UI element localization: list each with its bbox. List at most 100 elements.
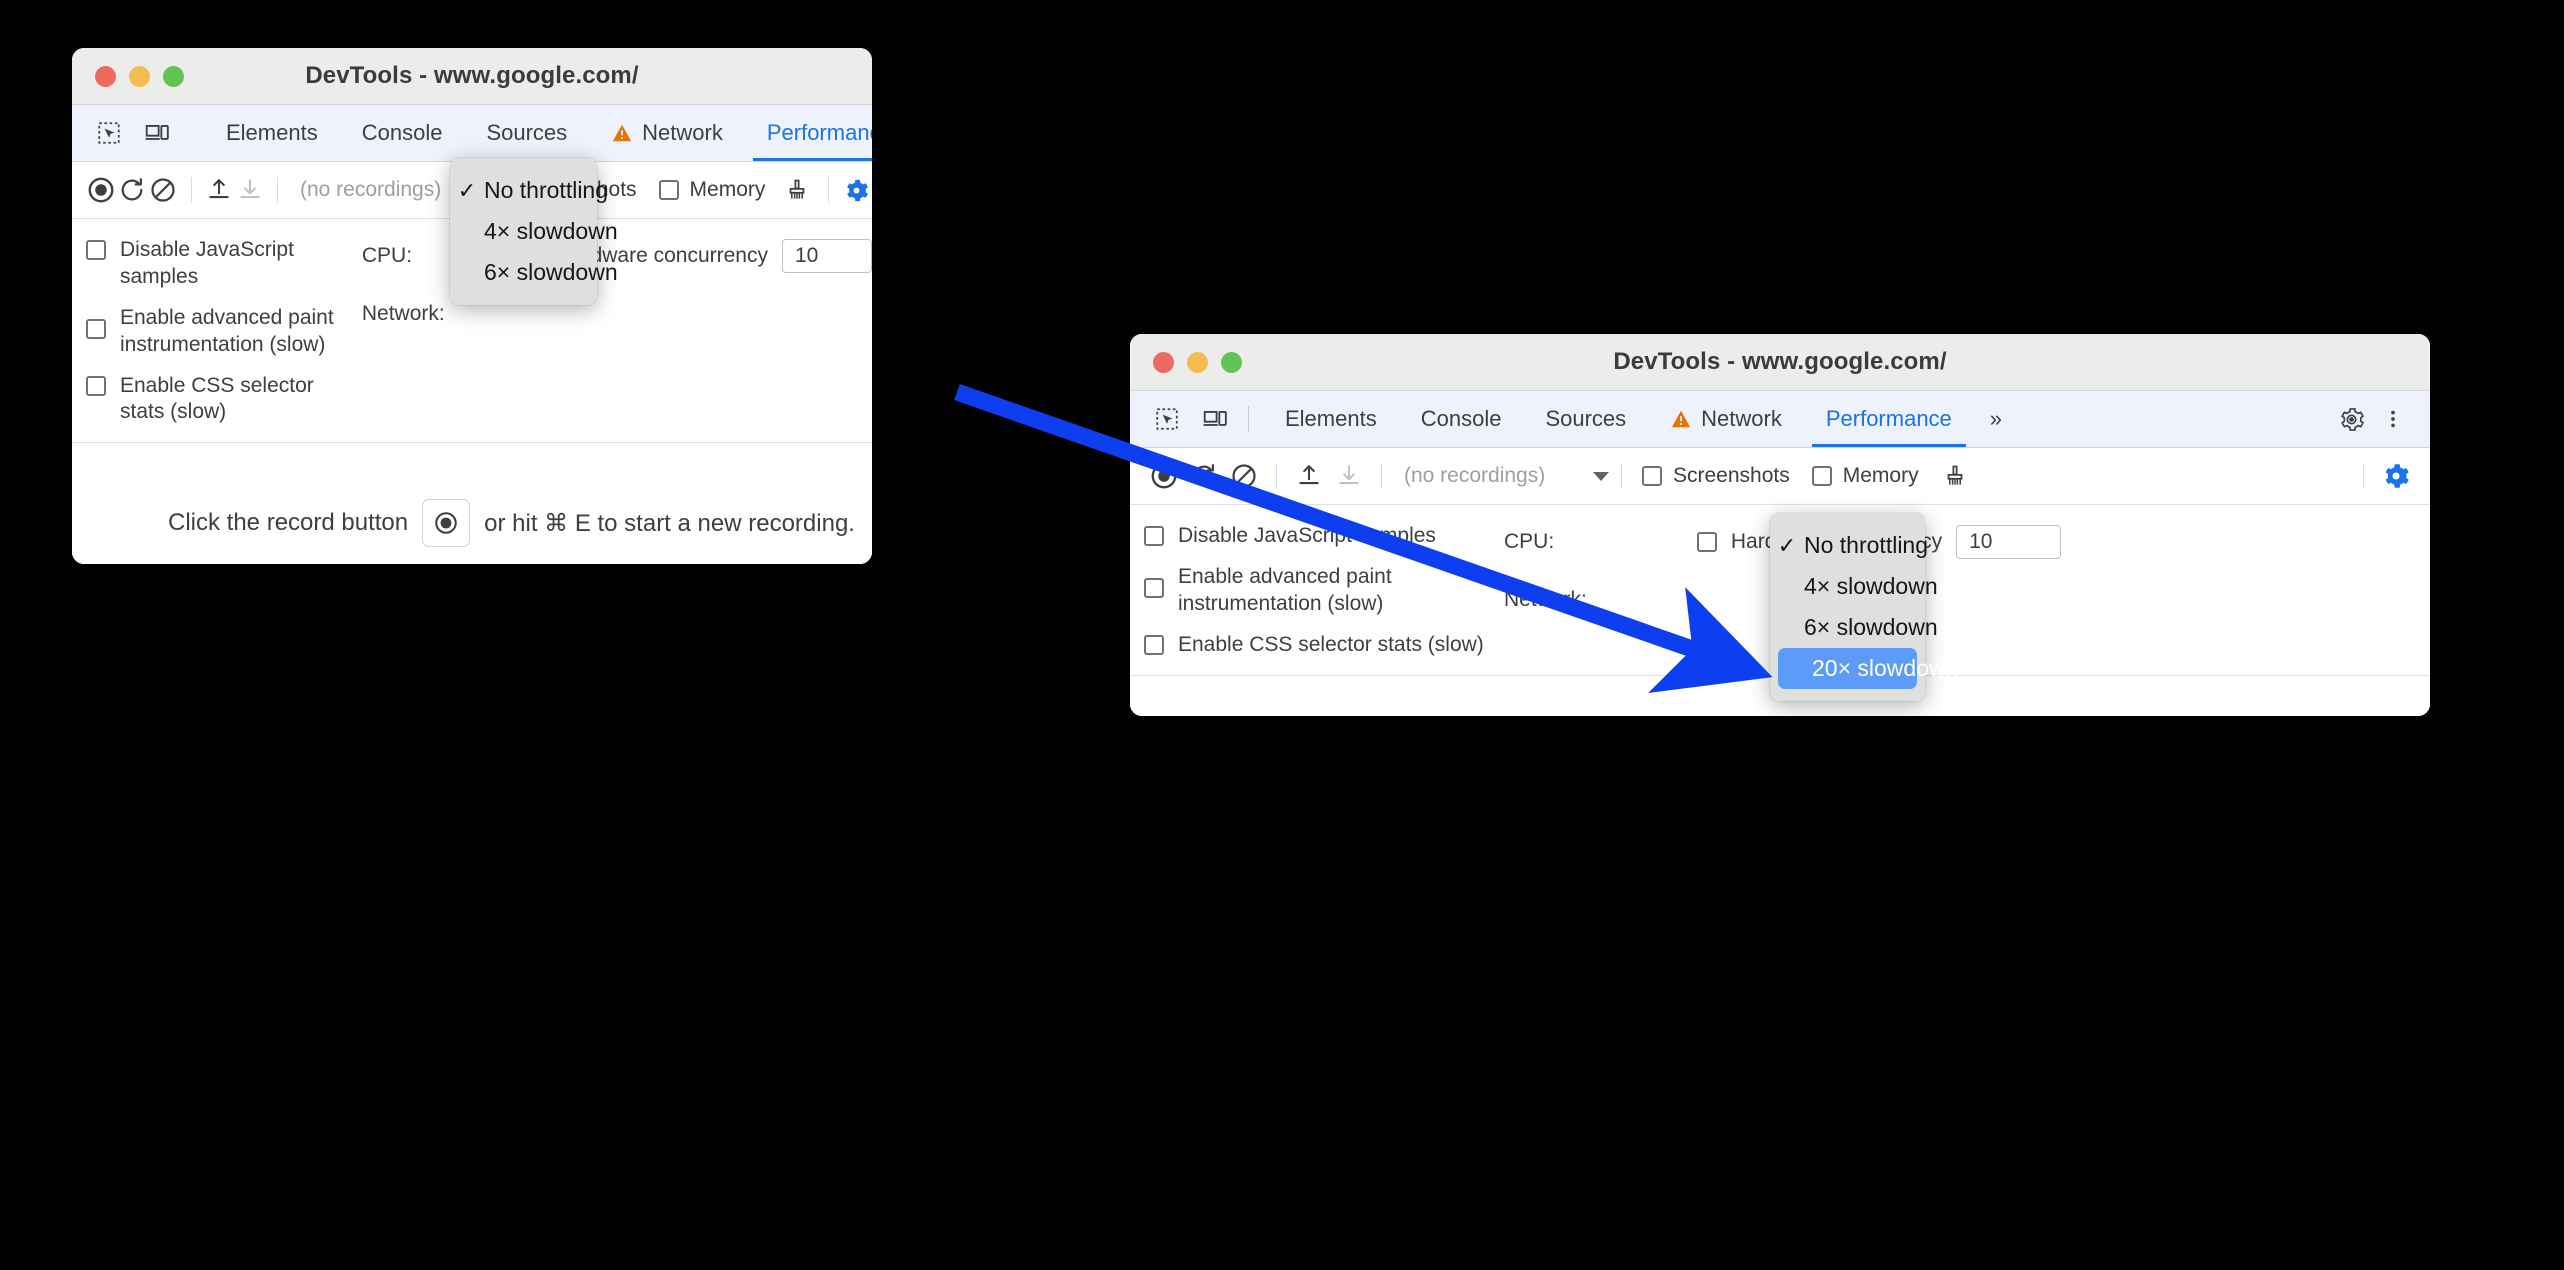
disable-js-samples-checkbox[interactable]: [86, 240, 106, 260]
css-selector-stats-row[interactable]: Enable CSS selector stats (slow): [1144, 632, 1504, 659]
memory-checkbox[interactable]: [658, 180, 679, 200]
settings-gear-icon[interactable]: [2332, 400, 2370, 438]
window-title: DevTools - www.google.com/: [1613, 348, 1947, 375]
menu-item-4x-slowdown[interactable]: 4× slowdown: [450, 211, 618, 252]
memory-checkbox-row[interactable]: Memory: [1811, 464, 1919, 488]
reload-and-record-button[interactable]: [117, 170, 148, 210]
collect-garbage-icon[interactable]: [1935, 456, 1975, 496]
tab-network[interactable]: Network: [589, 105, 745, 161]
recordings-dropdown[interactable]: (no recordings): [1394, 464, 1609, 488]
css-selector-stats-checkbox[interactable]: [86, 375, 106, 396]
performance-toolbar-front: (no recordings) Screenshots Memory: [1130, 448, 2430, 505]
tab-label: Performance: [766, 120, 872, 145]
close-button[interactable]: [1153, 351, 1174, 373]
tab-console[interactable]: Console: [1399, 391, 1524, 447]
menu-item-6x-slowdown[interactable]: 6× slowdown: [450, 252, 618, 293]
memory-label: Memory: [689, 178, 766, 201]
toolbar-divider: [828, 177, 830, 203]
advanced-paint-checkbox[interactable]: [1144, 577, 1164, 598]
menu-item-6x-slowdown[interactable]: 6× slowdown: [1770, 607, 1938, 648]
advanced-paint-checkbox[interactable]: [86, 318, 106, 339]
more-options-icon[interactable]: [2374, 400, 2412, 438]
device-toolbar-icon[interactable]: [1196, 400, 1234, 438]
record-hint-prefix: Click the record button: [168, 509, 409, 537]
hardware-concurrency-checkbox[interactable]: [1696, 532, 1717, 552]
cpu-throttling-row[interactable]: CPU:: [362, 237, 445, 275]
capture-settings-gear-icon[interactable]: [2376, 456, 2416, 496]
load-profile-icon[interactable]: [1289, 456, 1329, 496]
advanced-paint-row[interactable]: Enable advanced paint instrumentation (s…: [1144, 564, 1424, 618]
cpu-throttling-menu-front[interactable]: ✓ No throttling 4× slowdown 6× slowdown …: [1770, 513, 1958, 701]
screenshots-checkbox[interactable]: [1642, 466, 1662, 486]
toolbar-divider: [1276, 463, 1277, 489]
collect-garbage-icon[interactable]: [781, 170, 812, 210]
check-icon: ✓: [1777, 532, 1797, 558]
tab-label: Network: [1701, 406, 1782, 431]
menu-item-20x-slowdown[interactable]: 20× slowdown: [1778, 648, 1958, 689]
cpu-throttling-row[interactable]: CPU:: [1504, 523, 1587, 561]
disable-js-samples-checkbox[interactable]: [1144, 526, 1164, 546]
disable-js-samples-row[interactable]: Disable JavaScript samples: [1144, 523, 1504, 550]
recordings-dropdown[interactable]: (no recordings): [290, 178, 468, 202]
inspect-element-icon[interactable]: [90, 114, 128, 152]
network-label: Network:: [1504, 588, 1587, 611]
memory-label: Memory: [1842, 464, 1919, 487]
toolbar-divider: [277, 177, 278, 203]
disable-js-samples-row[interactable]: Disable JavaScript samples: [86, 237, 362, 291]
inspect-element-icon[interactable]: [1148, 400, 1186, 438]
disable-js-samples-label: Disable JavaScript samples: [120, 238, 294, 288]
tab-elements[interactable]: Elements: [204, 105, 340, 161]
maximize-button[interactable]: [163, 65, 184, 87]
titlebar-back: DevTools - www.google.com/: [72, 48, 872, 105]
menu-item-no-throttling[interactable]: ✓ No throttling: [1770, 525, 1928, 566]
menu-item-no-throttling[interactable]: ✓ No throttling: [450, 170, 608, 211]
menu-item-4x-slowdown[interactable]: 4× slowdown: [1770, 566, 1938, 607]
capture-options-column: Disable JavaScript samples Enable advanc…: [1130, 523, 1504, 659]
save-profile-icon: [234, 170, 265, 210]
more-tabs-icon[interactable]: »: [1974, 391, 2018, 447]
network-throttling-row[interactable]: Network:: [1504, 581, 1587, 619]
traffic-lights-back[interactable]: [95, 65, 184, 87]
record-button[interactable]: [86, 170, 117, 210]
minimize-button[interactable]: [129, 65, 150, 87]
menu-item-label: 4× slowdown: [1804, 573, 1938, 599]
load-profile-icon[interactable]: [203, 170, 234, 210]
css-selector-stats-label: Enable CSS selector stats (slow): [1178, 632, 1484, 656]
panel-tabs-front[interactable]: Elements Console Sources Network Perform…: [1263, 391, 2018, 447]
tab-sources[interactable]: Sources: [1523, 391, 1648, 447]
css-selector-stats-checkbox[interactable]: [1144, 634, 1164, 655]
devtools-window-back[interactable]: DevTools - www.google.com/ Elements Cons…: [72, 48, 872, 564]
css-selector-stats-row[interactable]: Enable CSS selector stats (slow): [86, 373, 362, 427]
advanced-paint-row[interactable]: Enable advanced paint instrumentation (s…: [86, 305, 346, 359]
record-button-illustration[interactable]: [422, 499, 471, 548]
capture-settings-gear-icon[interactable]: [841, 170, 872, 210]
titlebar-front: DevTools - www.google.com/: [1130, 334, 2430, 391]
network-throttling-row[interactable]: Network:: [362, 295, 445, 333]
record-button[interactable]: [1144, 456, 1184, 496]
tab-performance[interactable]: Performance: [1804, 391, 1974, 447]
screenshots-checkbox-row[interactable]: Screenshots: [1642, 464, 1790, 488]
window-title: DevTools - www.google.com/: [305, 62, 639, 89]
panel-tabs-back[interactable]: Elements Console Sources Network Perform…: [204, 105, 872, 161]
device-toolbar-icon[interactable]: [138, 114, 176, 152]
memory-checkbox-row[interactable]: Memory: [658, 178, 766, 202]
hardware-concurrency-input[interactable]: 10: [782, 239, 872, 273]
close-button[interactable]: [95, 65, 116, 87]
reload-and-record-button[interactable]: [1184, 456, 1224, 496]
cpu-throttling-menu-back[interactable]: ✓ No throttling 4× slowdown 6× slowdown: [450, 158, 618, 305]
tab-sources[interactable]: Sources: [464, 105, 589, 161]
tab-performance[interactable]: Performance: [745, 105, 872, 161]
tab-console[interactable]: Console: [340, 105, 465, 161]
tab-label: Sources: [1545, 406, 1627, 431]
clear-recording-button[interactable]: [148, 170, 179, 210]
hardware-concurrency-input[interactable]: 10: [1956, 525, 2062, 559]
tab-network[interactable]: Network: [1648, 391, 1804, 447]
memory-checkbox[interactable]: [1811, 466, 1832, 486]
clear-recording-button[interactable]: [1224, 456, 1264, 496]
tab-elements[interactable]: Elements: [1263, 391, 1399, 447]
network-label: Network:: [361, 302, 445, 325]
minimize-button[interactable]: [1187, 351, 1208, 373]
css-selector-stats-label: Enable CSS selector stats (slow): [120, 373, 314, 424]
maximize-button[interactable]: [1221, 351, 1242, 373]
traffic-lights-front[interactable]: [1153, 351, 1242, 373]
